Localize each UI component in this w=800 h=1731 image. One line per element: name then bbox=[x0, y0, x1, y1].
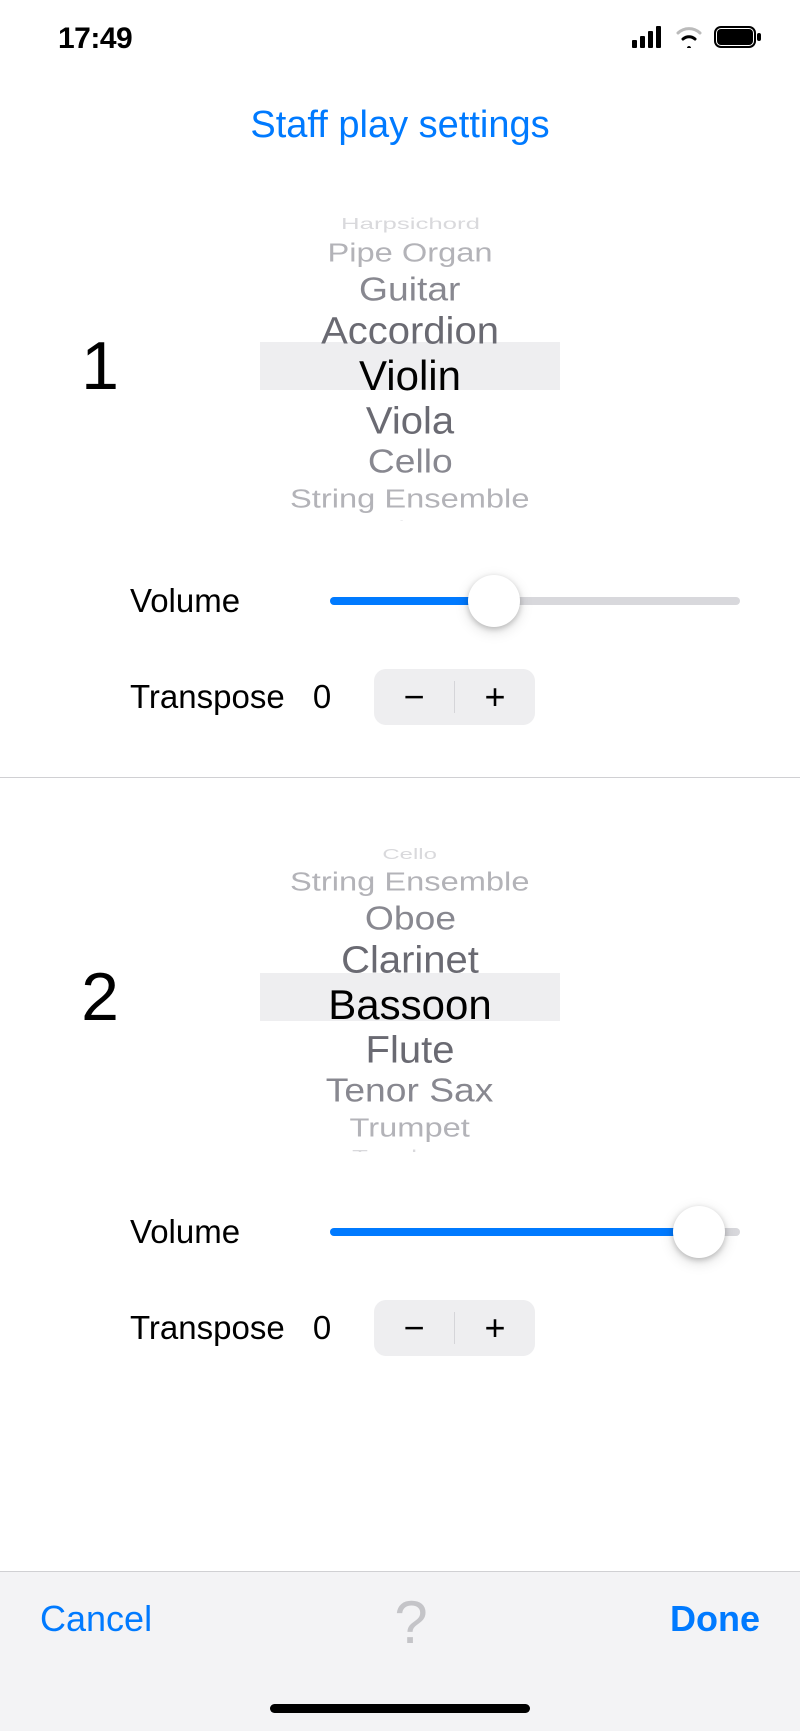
transpose-label: Transpose bbox=[130, 1309, 300, 1347]
picker-item[interactable]: Pipe Organ bbox=[327, 240, 492, 266]
transpose-value: 0 bbox=[300, 678, 344, 716]
volume-label: Volume bbox=[130, 1213, 300, 1251]
stepper-plus[interactable]: + bbox=[455, 1300, 535, 1356]
status-icons bbox=[632, 26, 762, 53]
transpose-stepper: −+ bbox=[374, 669, 535, 725]
home-indicator bbox=[270, 1704, 530, 1713]
wifi-icon bbox=[674, 26, 704, 53]
picker-item[interactable]: Oboe bbox=[364, 901, 455, 936]
done-button[interactable]: Done bbox=[670, 1598, 760, 1640]
picker-item[interactable]: Cello bbox=[368, 444, 453, 479]
instrument-picker[interactable]: ViolaCelloString EnsembleOboeClarinetBas… bbox=[260, 842, 560, 1152]
picker-item[interactable]: String Ensemble bbox=[290, 486, 529, 512]
transpose-label: Transpose bbox=[130, 678, 300, 716]
volume-slider[interactable] bbox=[330, 1228, 740, 1236]
battery-icon bbox=[714, 26, 762, 53]
picker-item[interactable]: Bassoon bbox=[328, 981, 491, 1029]
transpose-stepper: −+ bbox=[374, 1300, 535, 1356]
volume-slider[interactable] bbox=[330, 597, 740, 605]
cancel-button[interactable]: Cancel bbox=[40, 1598, 152, 1640]
picker-item[interactable]: String Ensemble bbox=[290, 869, 529, 895]
picker-item[interactable]: Tenor Sax bbox=[326, 1073, 494, 1108]
picker-item[interactable]: Viola bbox=[366, 401, 454, 441]
cellular-icon bbox=[632, 26, 664, 53]
page-title: Staff play settings bbox=[0, 104, 800, 147]
volume-label: Volume bbox=[130, 582, 300, 620]
picker-item[interactable]: Clarinet bbox=[341, 940, 479, 980]
transpose-value: 0 bbox=[300, 1309, 344, 1347]
status-bar: 17:49 bbox=[0, 0, 800, 60]
instrument-picker[interactable]: PianoHarpsichordPipe OrganGuitarAccordio… bbox=[260, 211, 560, 521]
help-icon[interactable]: ? bbox=[394, 1588, 427, 1657]
stepper-minus[interactable]: − bbox=[374, 1300, 454, 1356]
picker-item[interactable]: Violin bbox=[359, 352, 461, 400]
staff-number: 2 bbox=[0, 958, 260, 1036]
stepper-plus[interactable]: + bbox=[455, 669, 535, 725]
picker-item[interactable]: Cello bbox=[383, 848, 438, 860]
slider-thumb[interactable] bbox=[673, 1206, 725, 1258]
picker-item[interactable]: Trumpet bbox=[350, 1115, 470, 1141]
status-time: 17:49 bbox=[58, 22, 132, 56]
staff-section-1: 1PianoHarpsichordPipe OrganGuitarAccordi… bbox=[0, 147, 800, 777]
picker-item[interactable]: Guitar bbox=[359, 272, 460, 307]
staff-number: 1 bbox=[0, 327, 260, 405]
slider-thumb[interactable] bbox=[468, 575, 520, 627]
staff-section-2: 2ViolaCelloString EnsembleOboeClarinetBa… bbox=[0, 778, 800, 1408]
picker-item[interactable]: Flute bbox=[366, 1030, 455, 1070]
picker-item[interactable]: Trombone bbox=[352, 1150, 468, 1152]
picker-item[interactable]: Accordion bbox=[321, 311, 499, 351]
picker-item[interactable]: Harpsichord bbox=[341, 217, 480, 230]
stepper-minus[interactable]: − bbox=[374, 669, 454, 725]
